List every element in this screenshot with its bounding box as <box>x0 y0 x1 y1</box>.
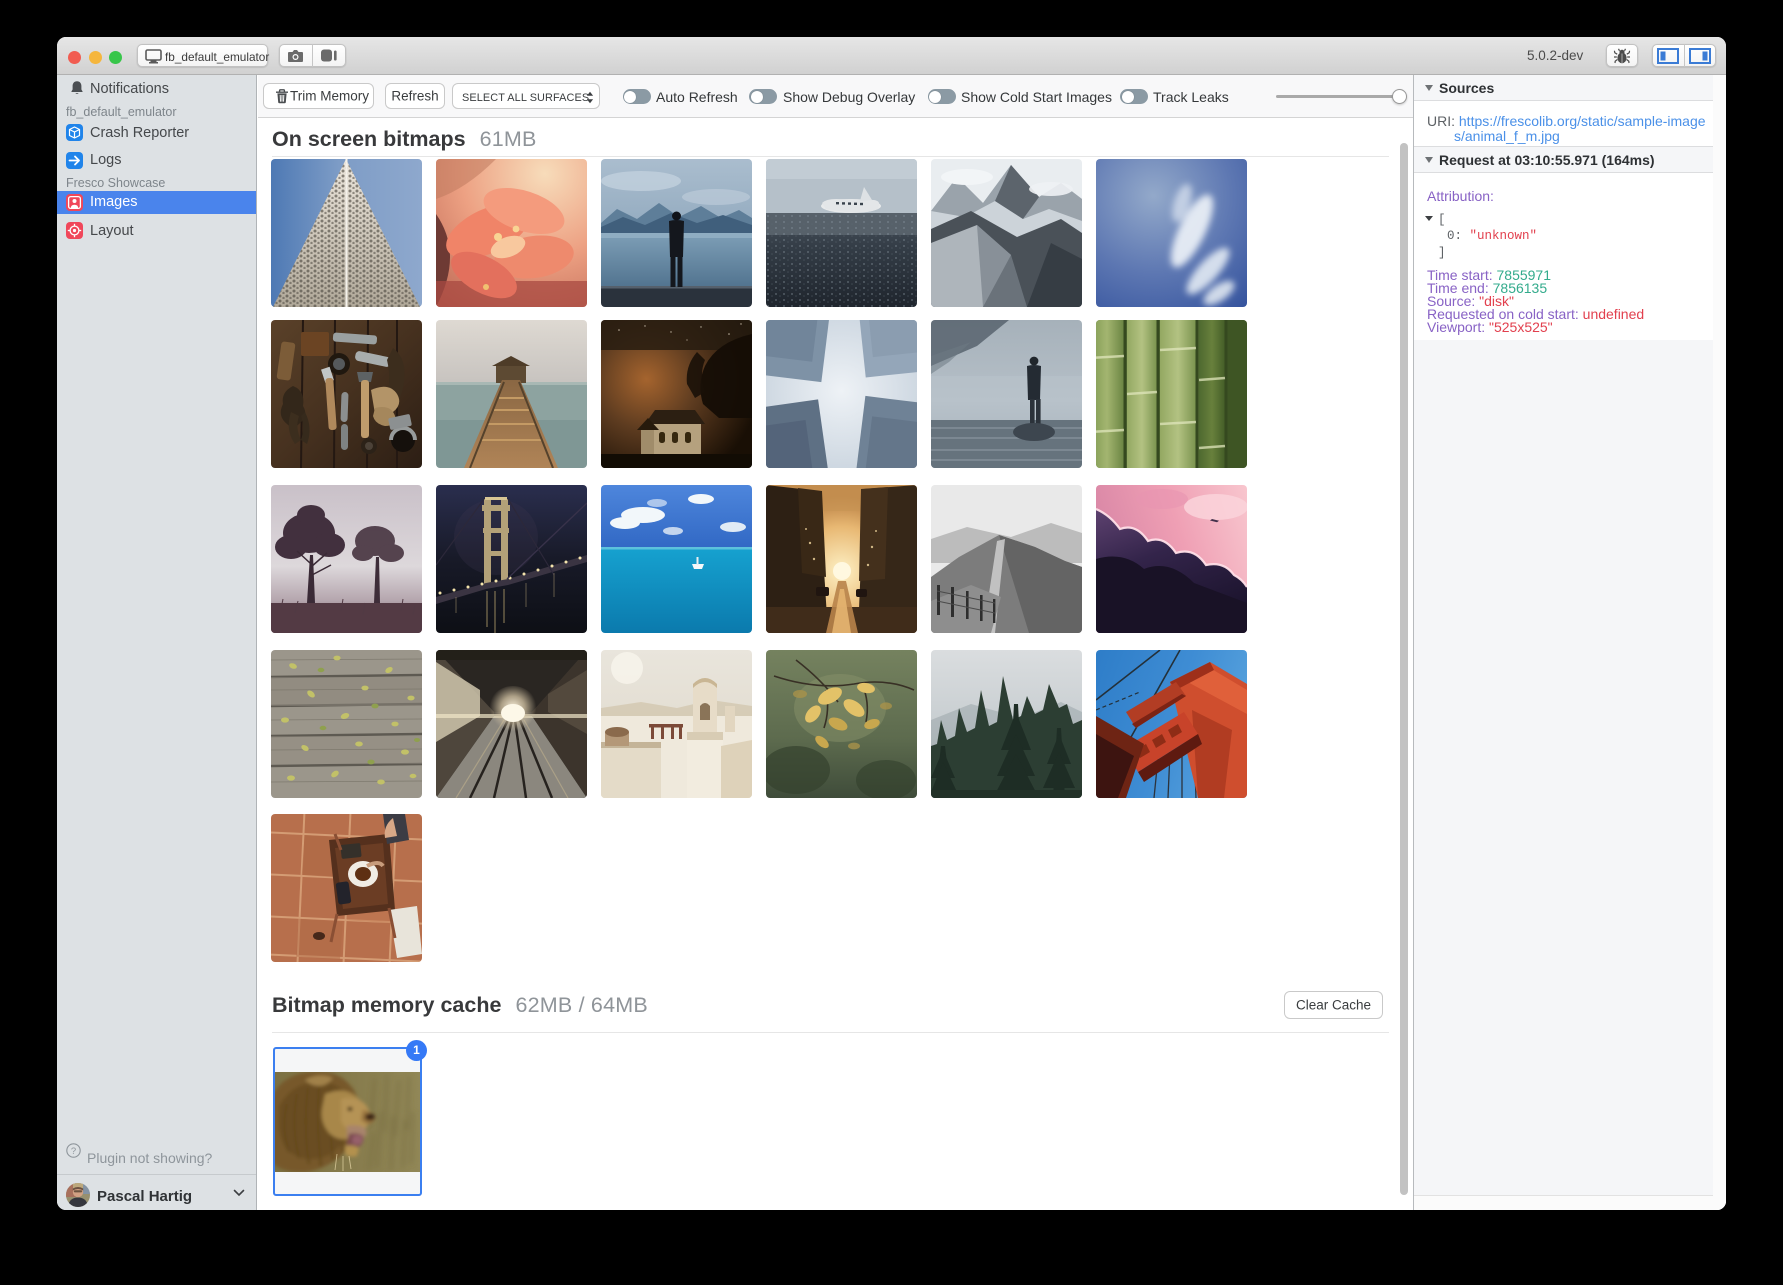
svg-text:?: ? <box>71 1146 76 1157</box>
